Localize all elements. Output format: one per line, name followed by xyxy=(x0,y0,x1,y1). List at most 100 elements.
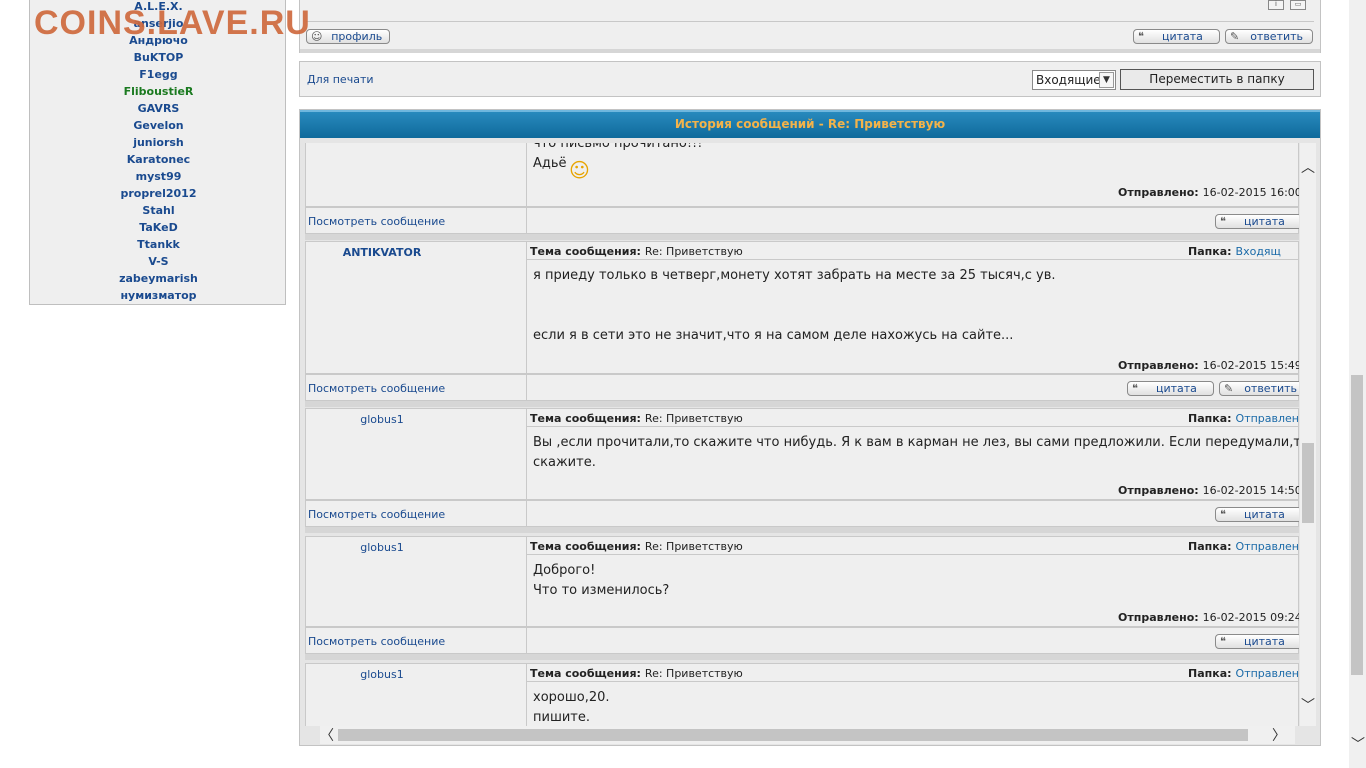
profile-button[interactable]: ☺ профиль xyxy=(306,29,390,44)
sent-label: Отправлено: xyxy=(1118,186,1199,199)
move-to-folder-button[interactable]: Переместить в папку xyxy=(1120,69,1314,90)
small-info-icon[interactable]: i xyxy=(1268,0,1284,10)
print-link[interactable]: Для печати xyxy=(307,73,374,86)
message-folder: Папка: Отправленн xyxy=(1188,540,1299,553)
profile-icon: ☺ xyxy=(311,30,323,43)
folder-value[interactable]: Отправленн xyxy=(1236,540,1299,553)
folder-value[interactable]: Отправленн xyxy=(1236,412,1299,425)
message-separator xyxy=(305,527,1299,533)
folder-select[interactable]: Входящие ▼ xyxy=(1032,70,1116,90)
message-author[interactable]: globus1 xyxy=(306,541,458,554)
small-window-icon[interactable]: ▭ xyxy=(1290,0,1306,10)
subject-label: Тема сообщения: xyxy=(530,667,641,680)
message-author[interactable]: globus1 xyxy=(306,668,458,681)
page-scrollbar[interactable]: ﹀ xyxy=(1349,0,1366,768)
view-message-link[interactable]: Посмотреть сообщение xyxy=(308,508,445,521)
message-toolbar: i ▭ ☺ профиль ❝ цитата ✎ ответить xyxy=(299,0,1321,53)
vertical-scrollbar[interactable]: ︿ ﹀ xyxy=(1300,143,1316,726)
scroll-down-icon[interactable]: ﹀ xyxy=(1300,695,1316,715)
sent-value: 16-02-2015 16:00:1 xyxy=(1202,186,1299,199)
sidebar-user-link[interactable]: V-S xyxy=(30,255,287,268)
sent-label: Отправлено: xyxy=(1118,611,1199,624)
horizontal-scrollbar[interactable]: 〈 〉 xyxy=(320,726,1295,744)
reply-icon: ✎ xyxy=(1230,30,1240,43)
scroll-thumb-horizontal[interactable] xyxy=(338,729,1248,741)
subject-value: Re: Приветствую xyxy=(644,245,743,258)
message-sent-date: Отправлено:16-02-2015 16:00:1 xyxy=(1118,186,1299,199)
message-sent-date: Отправлено:16-02-2015 09:24:3 xyxy=(1118,611,1299,624)
message-action-buttons: ❝ цитата xyxy=(527,627,1299,654)
reply-button[interactable]: ✎ ответить xyxy=(1219,381,1299,396)
sidebar-user-link[interactable]: FliboustieR xyxy=(30,85,287,98)
sent-value: 16-02-2015 09:24:3 xyxy=(1202,611,1299,624)
folder-value[interactable]: Отправленн xyxy=(1236,667,1299,680)
message-sent-date: Отправлено:16-02-2015 15:49:2 xyxy=(1118,359,1299,372)
quote-button[interactable]: ❝ цитата xyxy=(1215,507,1299,522)
scroll-up-icon[interactable]: ︿ xyxy=(1300,157,1316,177)
divider xyxy=(527,681,1298,682)
message-action-cell: Посмотреть сообщение xyxy=(305,627,527,654)
page-scroll-down-icon[interactable]: ﹀ xyxy=(1351,734,1365,754)
folder-label: Папка: xyxy=(1188,667,1232,680)
quote-icon: ❝ xyxy=(1132,382,1138,395)
scroll-right-icon[interactable]: 〉 xyxy=(1272,725,1286,745)
scroll-left-icon[interactable]: 〈 xyxy=(320,725,334,745)
quote-button[interactable]: ❝ цитата xyxy=(1215,214,1299,229)
page-scroll-thumb[interactable] xyxy=(1351,375,1363,675)
sidebar-user-link[interactable]: juniorsh xyxy=(30,136,287,149)
sidebar-user-link[interactable]: zabeymarish xyxy=(30,272,287,285)
quote-label: цитата xyxy=(1243,508,1285,521)
sidebar-user-link[interactable]: TaKeD xyxy=(30,221,287,234)
folder-value[interactable]: Входящ xyxy=(1236,245,1281,258)
sidebar-user-link[interactable]: нумизматор xyxy=(30,289,287,302)
view-message-link[interactable]: Посмотреть сообщение xyxy=(308,215,445,228)
message-action-buttons: ❝ цитата xyxy=(527,207,1299,234)
message-author[interactable]: ANTIKVATOR xyxy=(306,246,458,259)
message-action-buttons: ❝ цитата ✎ ответить xyxy=(527,374,1299,401)
message-author[interactable]: globus1 xyxy=(306,413,458,426)
sidebar-user-link[interactable]: F1egg xyxy=(30,68,287,81)
quote-icon: ❝ xyxy=(1138,30,1144,43)
sidebar-user-link[interactable]: Karatonec xyxy=(30,153,287,166)
divider xyxy=(527,554,1298,555)
quote-label: цитата xyxy=(1243,635,1285,648)
history-scroll-area[interactable]: что письмо прочитано!!! Адьё ☺ Отправлено: 1… xyxy=(305,143,1299,726)
quote-label: цитата xyxy=(1243,215,1285,228)
sidebar-user-link[interactable]: BuKTOP xyxy=(30,51,287,64)
history-header: История сообщений - Re: Приветствую xyxy=(300,110,1320,138)
sidebar-user-link[interactable]: Stahl xyxy=(30,204,287,217)
sidebar-user-link[interactable]: myst99 xyxy=(30,170,287,183)
reply-button[interactable]: ✎ ответить xyxy=(1225,29,1313,44)
message-body-cell: Тема сообщения: Re: Приветствую Папка: Отпр… xyxy=(527,663,1299,726)
message-author-cell xyxy=(305,143,527,207)
view-message-link[interactable]: Посмотреть сообщение xyxy=(308,635,445,648)
subject-value: Re: Приветствую xyxy=(644,412,743,425)
sidebar-user-link[interactable]: Gevelon xyxy=(30,119,287,132)
subject-value: Re: Приветствую xyxy=(644,667,743,680)
sidebar-user-link[interactable]: GAVRS xyxy=(30,102,287,115)
print-move-bar: Для печати Входящие ▼ Переместить в папк… xyxy=(299,61,1321,97)
message-text-line: я приеду только в четверг,монету хотят з… xyxy=(533,268,1056,283)
sent-label: Отправлено: xyxy=(1118,359,1199,372)
scroll-thumb[interactable] xyxy=(1302,443,1314,523)
sidebar-user-link[interactable]: proprel2012 xyxy=(30,187,287,200)
quote-button[interactable]: ❝ цитата xyxy=(1133,29,1220,44)
message-folder: Папка: Отправленн xyxy=(1188,412,1299,425)
divider xyxy=(527,426,1298,427)
quote-icon: ❝ xyxy=(1220,635,1226,648)
message-text-line: пишите. xyxy=(533,710,590,725)
quote-button[interactable]: ❝ цитата xyxy=(1215,634,1299,649)
history-title: История сообщений - Re: Приветствую xyxy=(674,117,946,131)
view-message-link[interactable]: Посмотреть сообщение xyxy=(308,382,445,395)
folder-label: Папка: xyxy=(1188,412,1232,425)
quote-icon: ❝ xyxy=(1220,508,1226,521)
folder-label: Папка: xyxy=(1188,540,1232,553)
message-text-line: Адьё xyxy=(533,156,567,171)
sidebar-user-link[interactable]: Ttankk xyxy=(30,238,287,251)
subject-label: Тема сообщения: xyxy=(530,540,641,553)
quote-button[interactable]: ❝ цитата xyxy=(1127,381,1214,396)
message-text-line: Что то изменилось? xyxy=(533,583,670,598)
online-users-sidebar: A.L.E.X. anserjio Андрючо BuKTOP F1egg Flibou… xyxy=(29,0,286,305)
message-body-cell: что письмо прочитано!!! Адьё ☺ Отправлено: 1… xyxy=(527,143,1299,207)
message-text-line: что письмо прочитано!!! xyxy=(533,143,703,151)
